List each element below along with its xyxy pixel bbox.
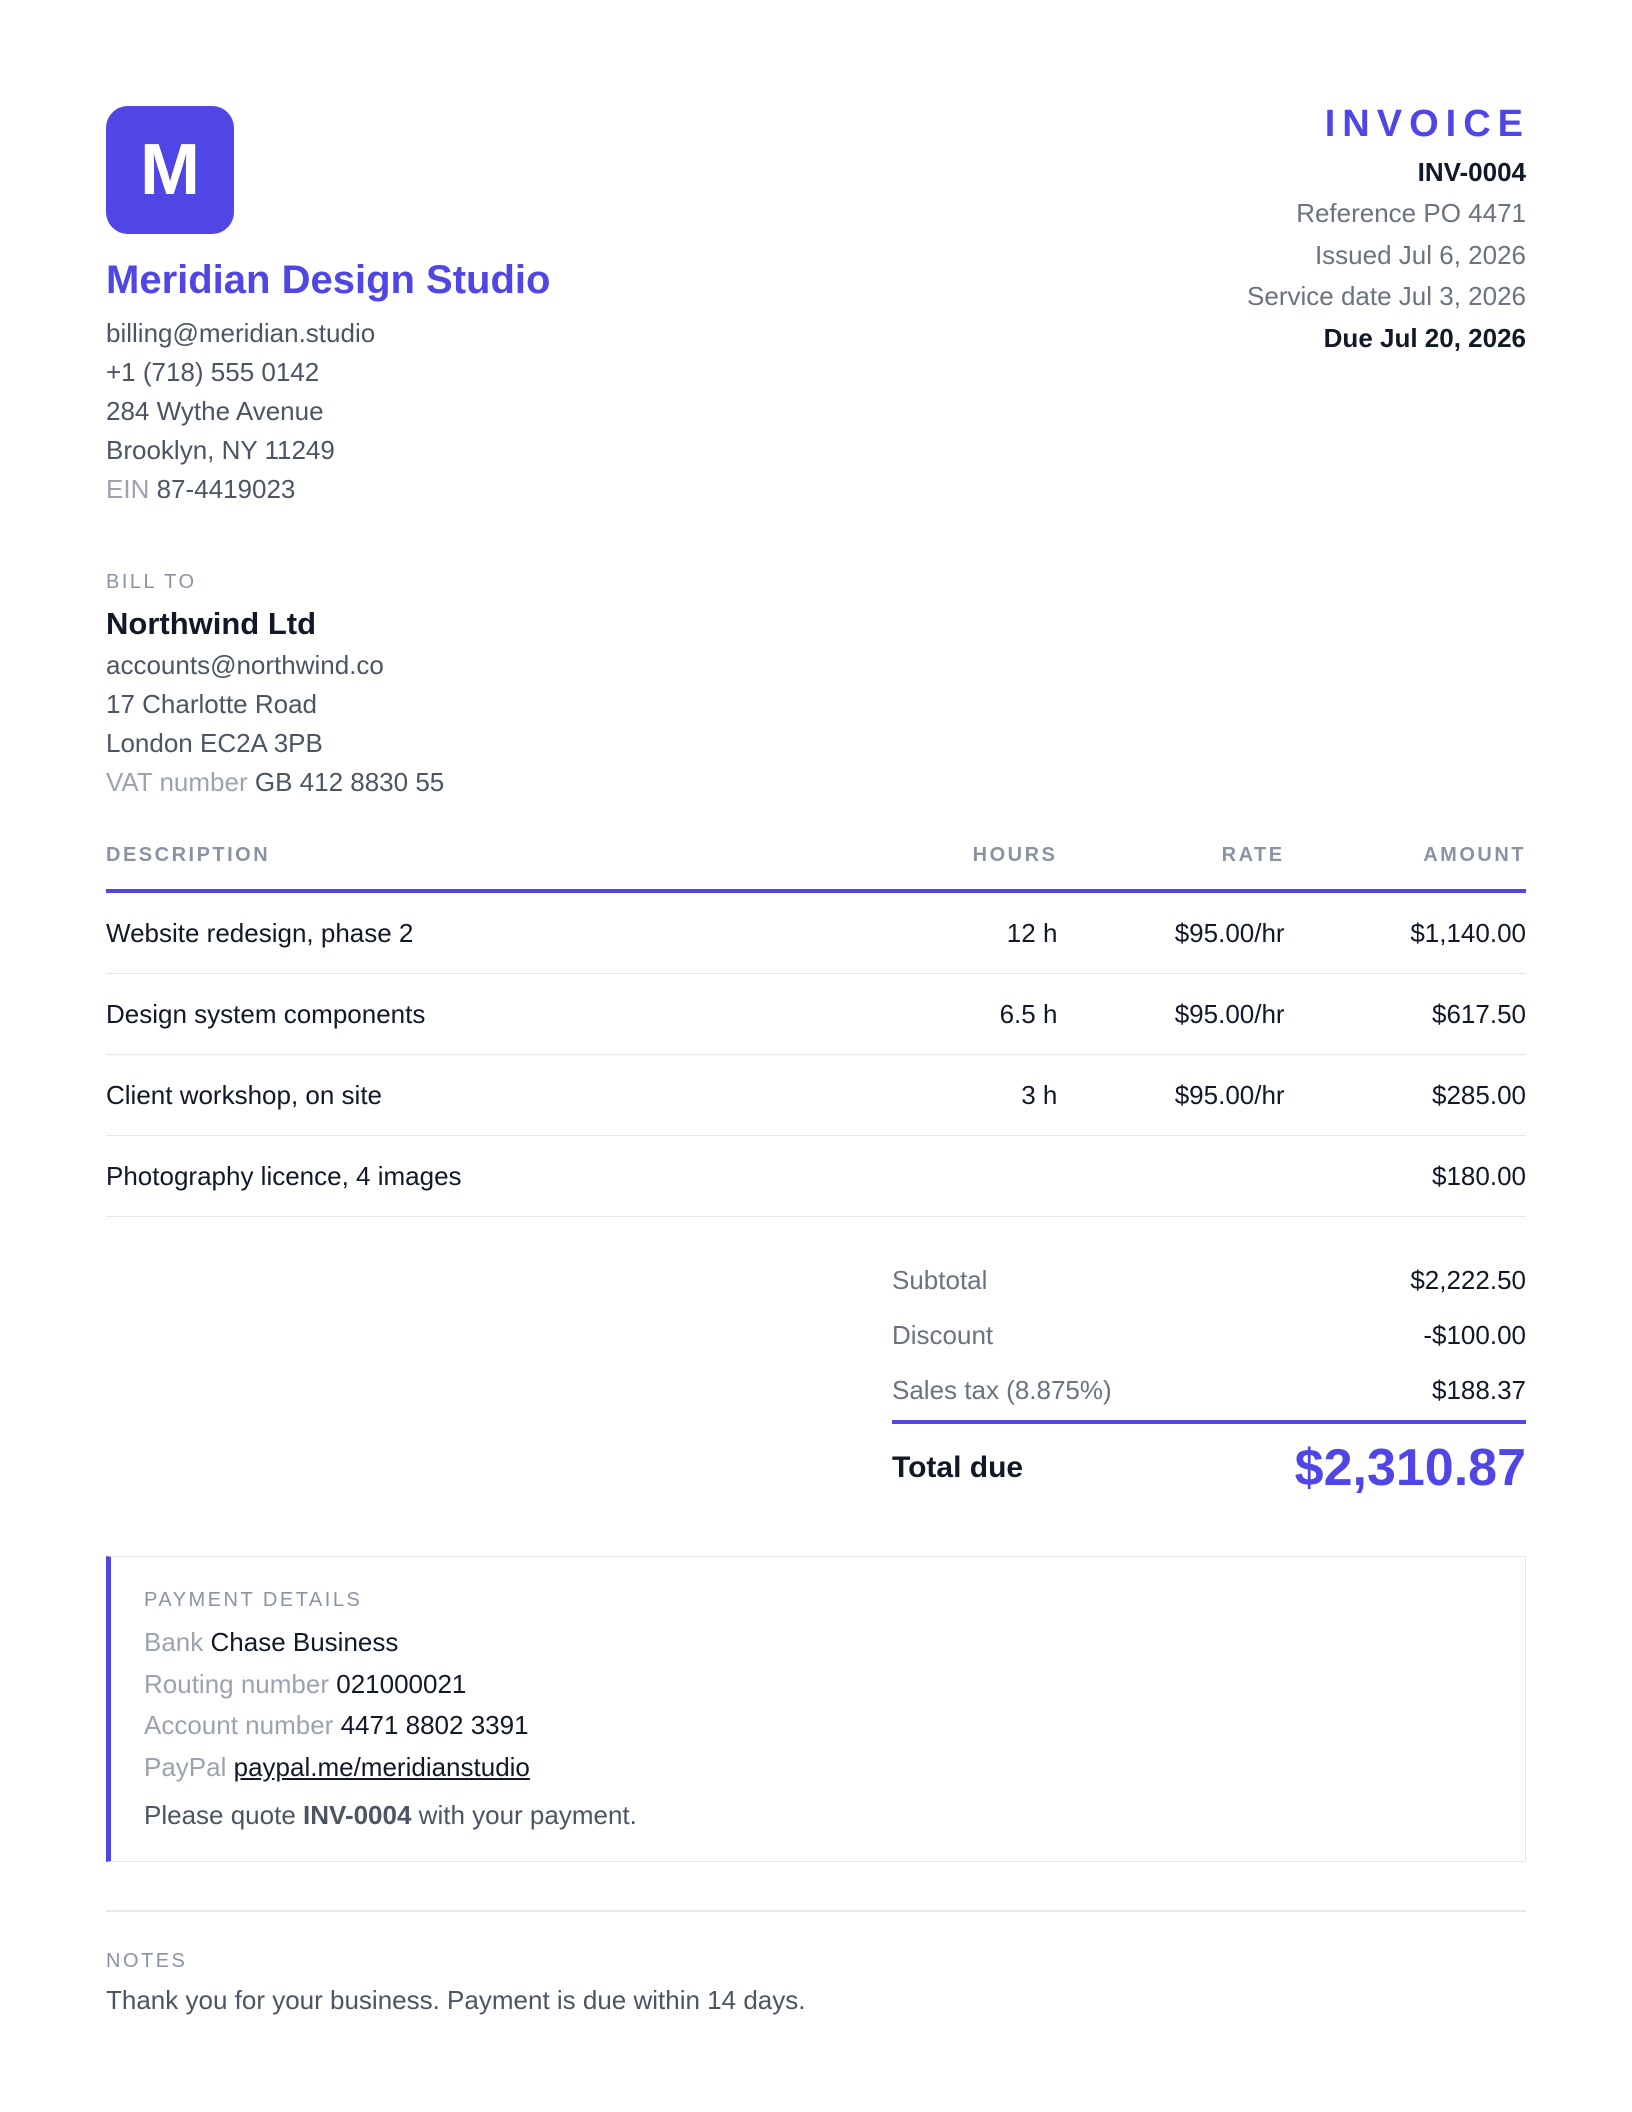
notes-block: NOTES Thank you for your business. Payme… xyxy=(106,1950,1526,2016)
invoice-issued-date: Issued Jul 6, 2026 xyxy=(1314,239,1526,270)
company-address-line2: Brooklyn, NY 11249 xyxy=(106,435,335,465)
header-description: DESCRIPTION xyxy=(106,844,873,894)
invoice-service-date: Service date Jul 3, 2026 xyxy=(1247,281,1526,312)
paypal-link[interactable]: paypal.me/meridianstudio xyxy=(234,1752,530,1782)
company-block: M Meridian Design Studio billing@meridia… xyxy=(106,106,550,509)
company-logo: M xyxy=(106,106,234,234)
row-amount: $285.00 xyxy=(1284,1054,1526,1137)
row-hours: 3 h xyxy=(872,1054,1058,1137)
bank-value: Chase Business xyxy=(210,1627,399,1658)
ein-value: 87-4419023 xyxy=(156,474,296,504)
client-address-line2: London EC2A 3PB xyxy=(106,728,323,759)
quote-suffix: with your payment. xyxy=(418,1800,637,1831)
company-email: billing@meridian.studio xyxy=(106,318,376,348)
table-row: Design system components 6.5 h $95.00/hr… xyxy=(106,973,1526,1056)
table-header-row: DESCRIPTION HOURS RATE AMOUNT xyxy=(106,844,1526,894)
table-row: Client workshop, on site 3 h $95.00/hr $… xyxy=(106,1054,1526,1137)
paypal-label: PayPal xyxy=(144,1751,227,1782)
row-rate: $95.00/hr xyxy=(1057,1054,1285,1137)
client-contact: accounts@northwind.co 17 Charlotte Road … xyxy=(106,646,1526,802)
notes-label: NOTES xyxy=(106,1949,188,1972)
notes-divider xyxy=(106,1910,1526,1912)
client-vat: VAT number GB 412 8830 55 xyxy=(106,763,1526,802)
company-phone: +1 (718) 555 0142 xyxy=(106,357,320,387)
totals-block: Subtotal $2,222.50 Discount -$100.00 Sal… xyxy=(892,1253,1526,1498)
routing-value: 021000021 xyxy=(336,1668,467,1699)
payment-quote-note: Please quote INV-0004 with your payment. xyxy=(144,1800,1489,1831)
invoice-page: M Meridian Design Studio billing@meridia… xyxy=(0,0,1632,2112)
company-contact: billing@meridian.studio +1 (718) 555 014… xyxy=(106,314,550,509)
bank-label: Bank xyxy=(144,1627,204,1658)
total-due-row: Total due $2,310.87 xyxy=(892,1438,1526,1498)
payment-details-box: PAYMENT DETAILS Bank Chase Business Rout… xyxy=(106,1556,1526,1863)
tax-label: Sales tax (8.875%) xyxy=(892,1375,1112,1406)
row-rate: $95.00/hr xyxy=(1057,973,1285,1056)
row-amount: $180.00 xyxy=(1284,1135,1526,1218)
logo-letter: M xyxy=(140,130,200,210)
line-items-table: DESCRIPTION HOURS RATE AMOUNT Website re… xyxy=(106,844,1526,1218)
row-description: Client workshop, on site xyxy=(106,1054,873,1137)
header-rate: RATE xyxy=(1057,844,1285,894)
notes-text: Thank you for your business. Payment is … xyxy=(106,1984,806,2015)
client-name: Northwind Ltd xyxy=(106,606,317,641)
totals-divider xyxy=(892,1420,1526,1425)
invoice-content: M Meridian Design Studio billing@meridia… xyxy=(106,103,1526,2016)
total-due-value: $2,310.87 xyxy=(1294,1439,1526,1498)
row-rate: $95.00/hr xyxy=(1057,891,1285,975)
vat-label: VAT number xyxy=(106,767,248,798)
ein-label: EIN xyxy=(106,474,150,504)
invoice-header: M Meridian Design Studio billing@meridia… xyxy=(106,103,1526,509)
header-hours: HOURS xyxy=(872,844,1058,894)
row-description: Website redesign, phase 2 xyxy=(106,891,873,975)
company-address-line1: 284 Wythe Avenue xyxy=(106,396,324,426)
bill-to-block: BILL TO Northwind Ltd accounts@northwind… xyxy=(106,571,1526,802)
vat-value: GB 412 8830 55 xyxy=(254,767,445,798)
bill-to-label: BILL TO xyxy=(106,571,197,593)
account-label: Account number xyxy=(144,1710,334,1741)
row-description: Design system components xyxy=(106,973,873,1056)
tax-value: $188.37 xyxy=(1432,1375,1526,1406)
paypal-line: PayPal paypal.me/meridianstudio xyxy=(144,1747,1489,1789)
routing-line: Routing number 021000021 xyxy=(144,1664,1489,1706)
quote-prefix: Please quote xyxy=(144,1800,296,1831)
header-amount: AMOUNT xyxy=(1284,844,1526,894)
subtotal-row: Subtotal $2,222.50 xyxy=(892,1253,1526,1308)
discount-value: -$100.00 xyxy=(1423,1320,1526,1351)
total-due-label: Total due xyxy=(892,1451,1024,1485)
row-hours: 6.5 h xyxy=(872,973,1058,1056)
payment-lines: Bank Chase Business Routing number 02100… xyxy=(144,1622,1489,1788)
company-name: Meridian Design Studio xyxy=(106,258,551,302)
invoice-number: INV-0004 xyxy=(1417,156,1526,187)
row-amount: $1,140.00 xyxy=(1284,891,1526,975)
account-line: Account number 4471 8802 3391 xyxy=(144,1705,1489,1747)
row-hours xyxy=(872,1135,1058,1218)
row-amount: $617.50 xyxy=(1284,973,1526,1056)
table-row: Website redesign, phase 2 12 h $95.00/hr… xyxy=(106,891,1526,975)
client-email: accounts@northwind.co xyxy=(106,650,384,681)
invoice-due-date: Due Jul 20, 2026 xyxy=(1323,322,1526,353)
tax-row: Sales tax (8.875%) $188.37 xyxy=(892,1363,1526,1418)
payment-details-label: PAYMENT DETAILS xyxy=(144,1589,363,1612)
routing-label: Routing number xyxy=(144,1668,329,1699)
client-address-line1: 17 Charlotte Road xyxy=(106,689,318,720)
account-value: 4471 8802 3391 xyxy=(340,1710,529,1741)
subtotal-label: Subtotal xyxy=(892,1265,988,1296)
table-row: Photography licence, 4 images $180.00 xyxy=(106,1135,1526,1218)
quote-reference: INV-0004 xyxy=(303,1800,412,1831)
invoice-meta: INVOICE INV-0004 Reference PO 4471 Issue… xyxy=(1247,103,1526,359)
invoice-title: INVOICE xyxy=(1324,103,1530,145)
discount-label: Discount xyxy=(892,1320,994,1351)
company-ein: EIN 87-4419023 xyxy=(106,470,550,509)
subtotal-value: $2,222.50 xyxy=(1410,1265,1526,1296)
discount-row: Discount -$100.00 xyxy=(892,1308,1526,1363)
bank-line: Bank Chase Business xyxy=(144,1622,1489,1664)
row-description: Photography licence, 4 images xyxy=(106,1135,873,1218)
row-hours: 12 h xyxy=(872,891,1058,975)
row-rate xyxy=(1057,1135,1285,1218)
invoice-reference: Reference PO 4471 xyxy=(1296,198,1526,229)
